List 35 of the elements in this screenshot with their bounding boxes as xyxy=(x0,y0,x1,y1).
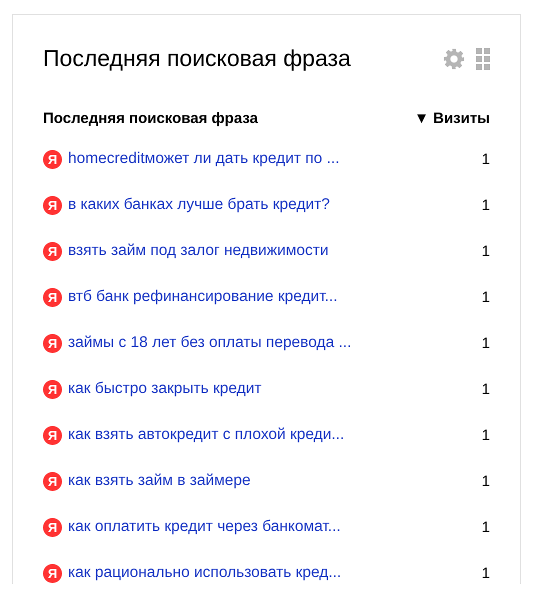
search-phrase-link[interactable]: как взять автокредит с плохой креди... xyxy=(68,426,344,444)
column-header[interactable]: ▼ Визиты xyxy=(414,110,490,127)
search-phrase-link[interactable]: как рационально использовать кред... xyxy=(68,564,342,582)
search-phrase-link[interactable]: homecreditможет ли дать кредит по ... xyxy=(68,150,340,168)
visits-count: 1 xyxy=(482,426,490,444)
column-header[interactable]: Последняя поисковая фраза xyxy=(43,110,258,127)
search-engine-icon: Я xyxy=(43,518,62,536)
search-phrase-link[interactable]: в каких банках лучше брать кредит? xyxy=(68,196,330,214)
search-engine-icon: Я xyxy=(43,150,62,168)
search-engine-icon: Я xyxy=(43,242,62,260)
visits-count: 1 xyxy=(482,242,490,260)
visits-count: 1 xyxy=(482,472,490,490)
widget-title: Последняя поисковая фраза xyxy=(43,45,351,72)
visits-count: 1 xyxy=(482,380,490,398)
drag-handle-icon[interactable] xyxy=(476,48,490,70)
search-engine-icon: Я xyxy=(43,472,62,490)
settings-icon[interactable] xyxy=(443,48,465,70)
search-phrase-link[interactable]: как взять займ в займере xyxy=(68,472,251,490)
visits-count: 1 xyxy=(482,518,490,536)
visits-count: 1 xyxy=(482,150,490,168)
visits-count: 1 xyxy=(482,564,490,582)
search-engine-icon: Я xyxy=(43,564,62,582)
search-phrase-link[interactable]: втб банк рефинансирование кредит... xyxy=(68,288,338,306)
search-phrase-link[interactable]: займы с 18 лет без оплаты перевода ... xyxy=(68,334,352,352)
search-engine-icon: Я xyxy=(43,334,62,352)
search-engine-icon: Я xyxy=(43,426,62,444)
search-engine-icon: Я xyxy=(43,288,62,306)
visits-count: 1 xyxy=(482,288,490,306)
visits-count: 1 xyxy=(482,334,490,352)
search-engine-icon: Я xyxy=(43,380,62,398)
search-phrase-link[interactable]: как оплатить кредит через банкомат... xyxy=(68,518,341,536)
search-phrase-link[interactable]: как быстро закрыть кредит xyxy=(68,380,262,398)
search-phrase-link[interactable]: взять займ под залог недвижимости xyxy=(68,242,329,260)
search-engine-icon: Я xyxy=(43,196,62,214)
visits-count: 1 xyxy=(482,196,490,214)
